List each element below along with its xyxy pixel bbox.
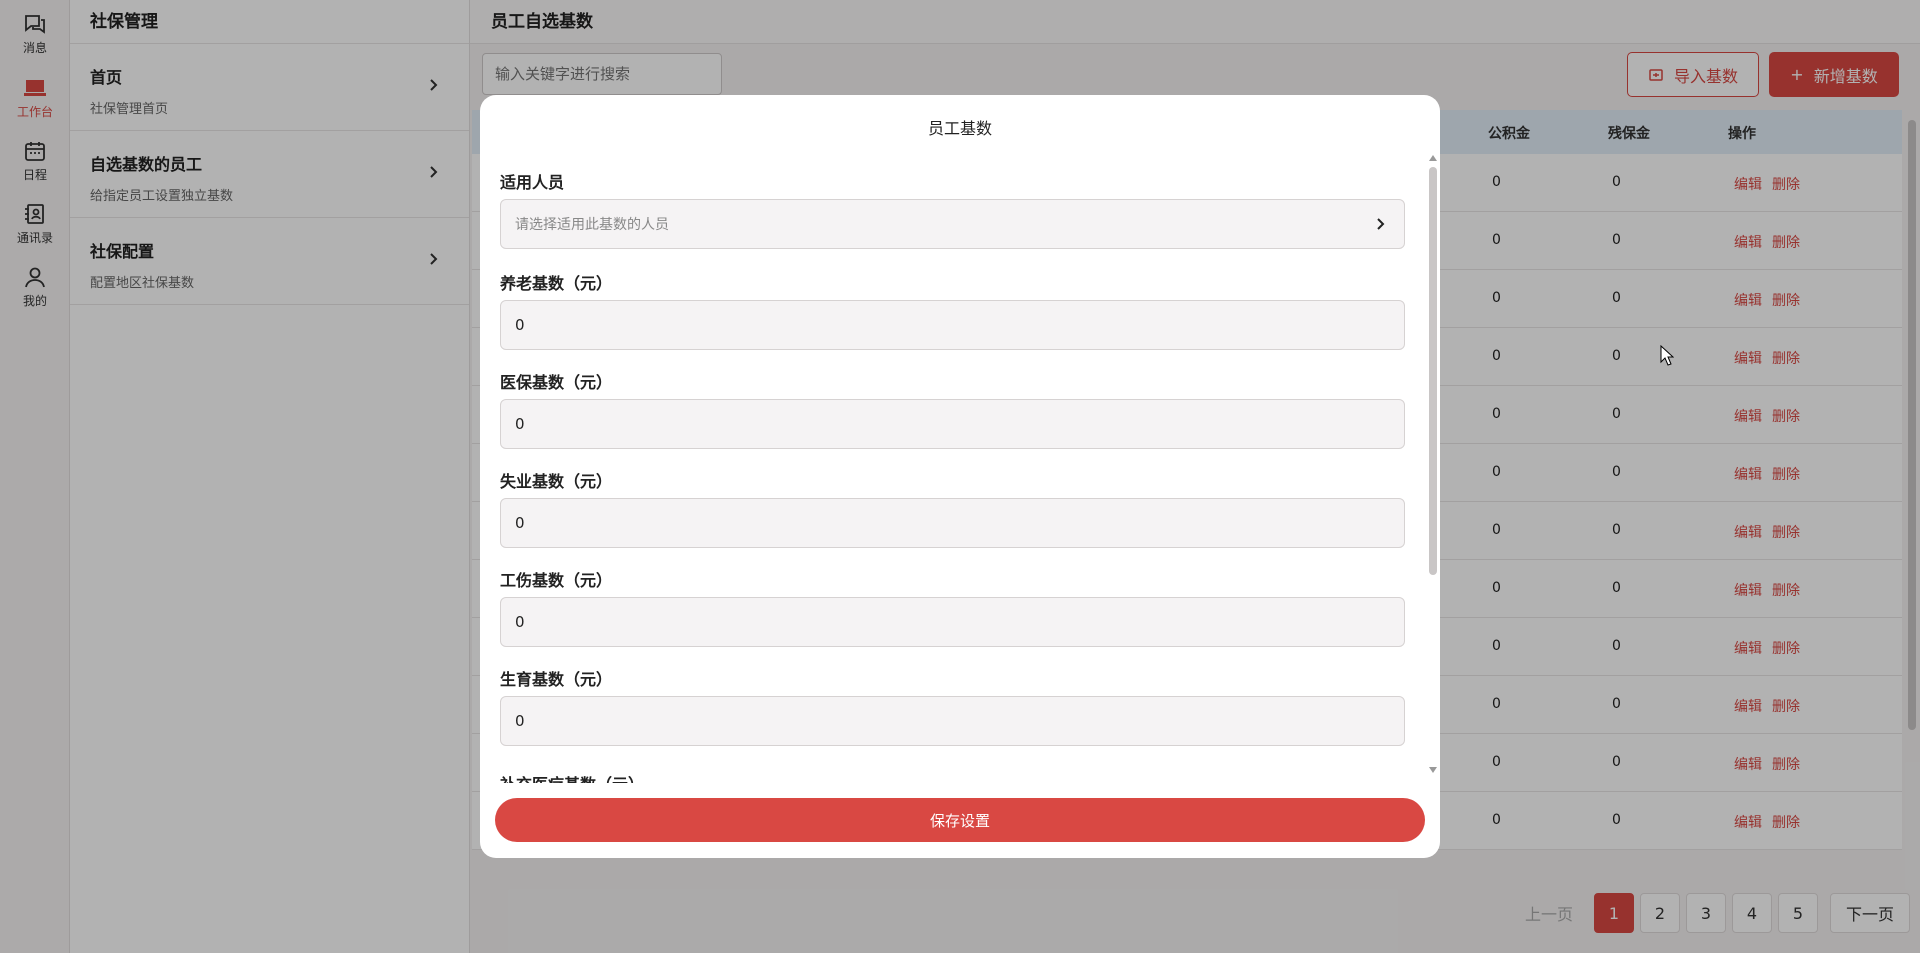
applicable-staff-placeholder: 请选择适用此基数的人员 <box>515 217 669 233</box>
medical-base-input[interactable]: 0 <box>500 399 1405 449</box>
modal-scrollbar[interactable] <box>1428 155 1438 773</box>
unemployment-base-input[interactable]: 0 <box>500 498 1405 548</box>
applicable-staff-label: 适用人员 <box>500 173 565 192</box>
save-settings-button[interactable]: 保存设置 <box>495 798 1425 842</box>
scroll-down-arrow-icon[interactable] <box>1429 767 1437 773</box>
maternity-base-label: 生育基数（元） <box>500 670 613 689</box>
maternity-base-input[interactable]: 0 <box>500 696 1405 746</box>
applicable-staff-select[interactable]: 请选择适用此基数的人员 <box>500 199 1405 249</box>
injury-base-input[interactable]: 0 <box>500 597 1405 647</box>
chevron-right-icon <box>1377 218 1385 230</box>
modal-form: 适用人员 请选择适用此基数的人员 养老基数（元） 0 医保基数（元） 0 失业基… <box>500 155 1415 783</box>
injury-base-label: 工伤基数（元） <box>500 571 613 590</box>
scrollbar-thumb[interactable] <box>1429 167 1437 575</box>
mouse-cursor-icon <box>1660 345 1674 366</box>
employee-base-modal: 员工基数 适用人员 请选择适用此基数的人员 养老基数（元） 0 医保基数（元） … <box>480 95 1440 858</box>
scroll-up-arrow-icon[interactable] <box>1429 155 1437 161</box>
medical-base-label: 医保基数（元） <box>500 373 613 392</box>
pension-base-label: 养老基数（元） <box>500 274 613 293</box>
pension-base-input[interactable]: 0 <box>500 300 1405 350</box>
supplementary-medical-base-label: 补充医疗基数（元） <box>500 771 644 783</box>
modal-title: 员工基数 <box>927 119 992 138</box>
unemployment-base-label: 失业基数（元） <box>500 472 613 491</box>
